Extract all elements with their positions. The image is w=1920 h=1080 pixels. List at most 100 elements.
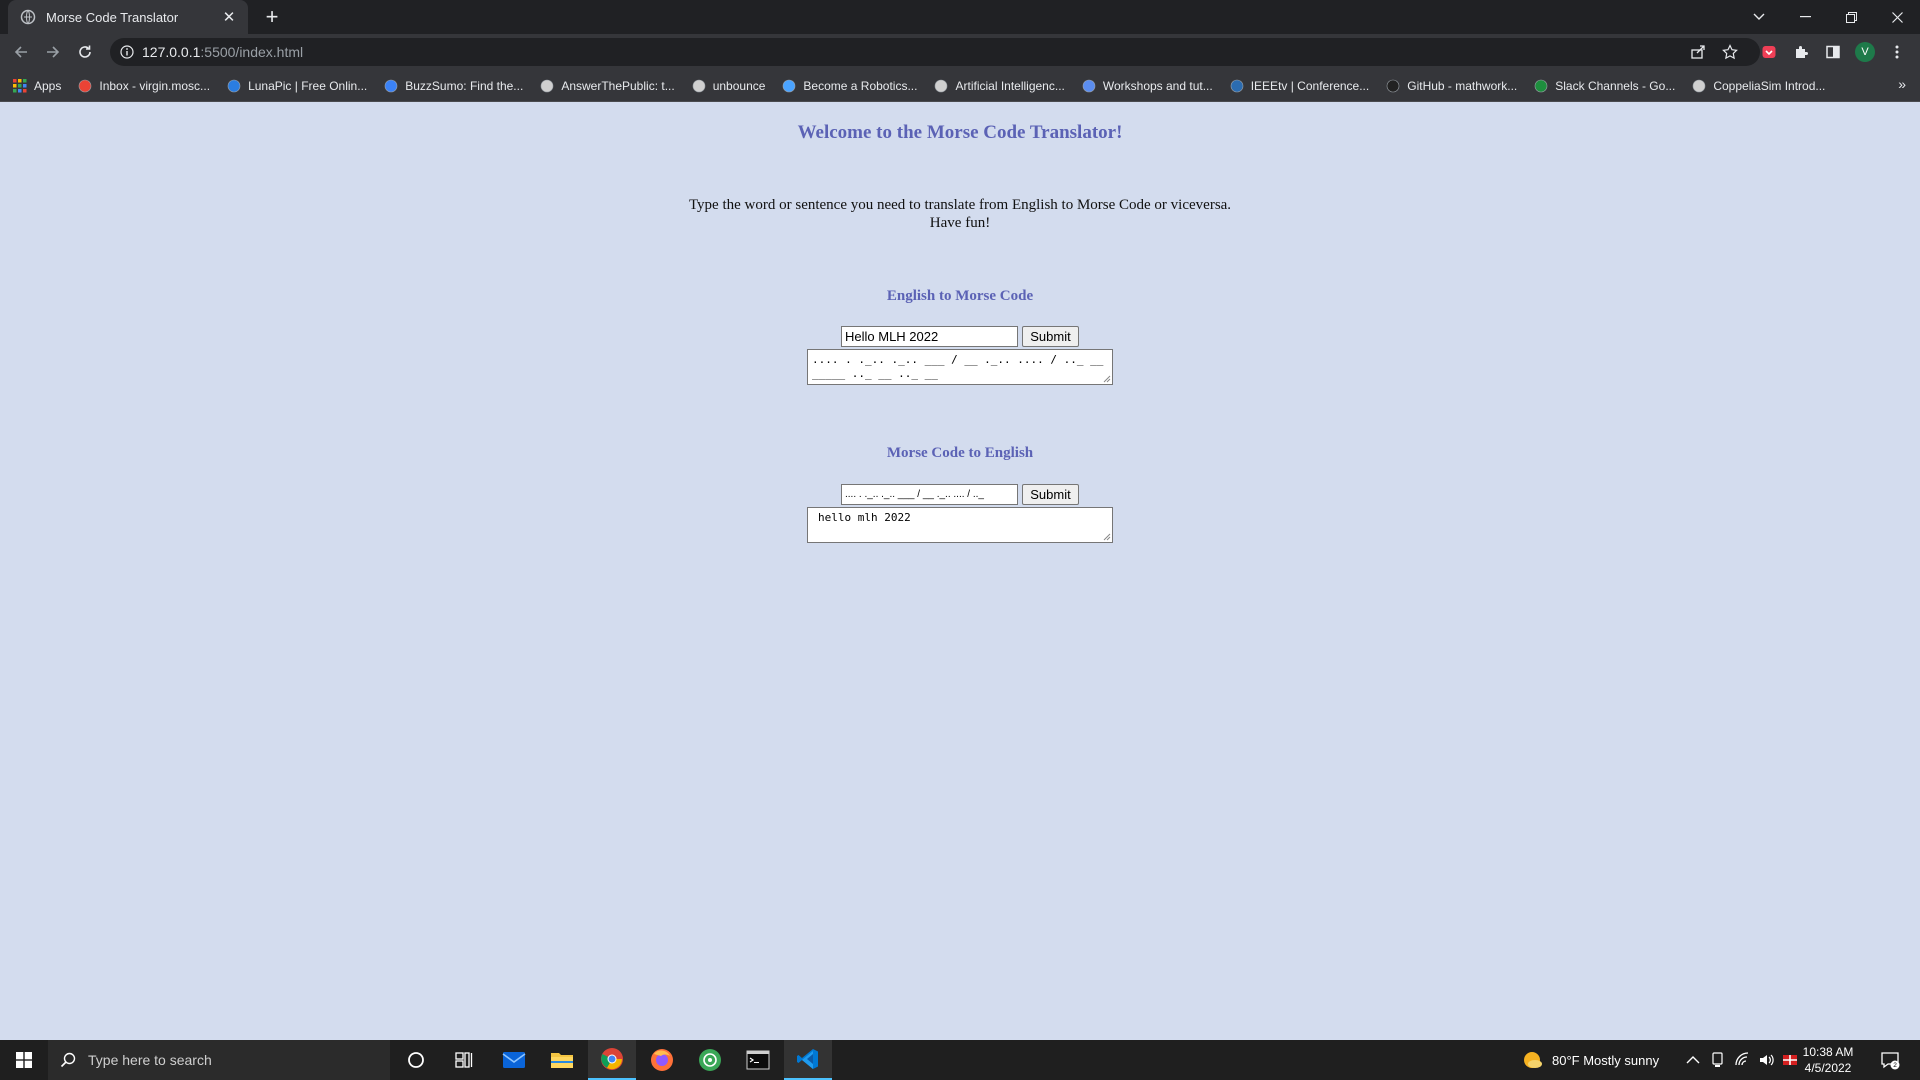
action-center-button[interactable]: 2 xyxy=(1866,1040,1914,1080)
bookmark-item[interactable]: LunaPic | Free Onlin... xyxy=(226,78,367,94)
browser-titlebar: Morse Code Translator ✕ + xyxy=(0,0,1920,34)
vscode-icon xyxy=(797,1049,818,1069)
resize-grip-icon[interactable] xyxy=(1103,375,1111,383)
sun-cloud-icon xyxy=(1524,1052,1542,1068)
wifi-icon[interactable] xyxy=(1734,1052,1750,1068)
windows-logo-icon xyxy=(16,1052,32,1068)
pocket-extension-button[interactable] xyxy=(1756,39,1782,65)
new-tab-button[interactable]: + xyxy=(258,3,286,31)
bookmark-item[interactable]: Workshops and tut... xyxy=(1081,78,1213,94)
url-host: 127.0.0.1 xyxy=(142,44,201,60)
share-button[interactable] xyxy=(1685,38,1711,66)
bookmark-item[interactable]: Inbox - virgin.mosc... xyxy=(77,78,210,94)
taskbar-mail[interactable] xyxy=(490,1040,538,1080)
taskbar-clock[interactable]: 10:38 AM 4/5/2022 xyxy=(1796,1044,1860,1076)
morse-to-english-output-row: hello mlh 2022 xyxy=(0,507,1920,543)
globe-icon xyxy=(539,78,555,94)
english-output-textarea[interactable]: hello mlh 2022 xyxy=(807,507,1113,543)
weather-widget[interactable]: 80°F Mostly sunny xyxy=(1522,1040,1659,1080)
globe-blue-icon xyxy=(1081,78,1097,94)
taskbar-search-box[interactable]: Type here to search xyxy=(48,1040,390,1080)
chevron-down-icon xyxy=(1753,13,1765,20)
address-bar[interactable]: 127.0.0.1:5500/index.html xyxy=(110,38,1760,66)
browser-menu-button[interactable] xyxy=(1884,39,1910,65)
bookmark-label: BuzzSumo: Find the... xyxy=(405,78,524,93)
forward-button[interactable] xyxy=(40,39,66,65)
tab-close-icon[interactable]: ✕ xyxy=(220,8,238,26)
tab-search-button[interactable] xyxy=(1736,0,1782,34)
close-window-button[interactable] xyxy=(1874,0,1920,34)
clock-time: 10:38 AM xyxy=(1802,1045,1854,1059)
bookmark-label: Inbox - virgin.mosc... xyxy=(99,78,211,93)
english-input[interactable] xyxy=(841,326,1018,347)
reload-icon xyxy=(79,45,91,58)
morse-output-textarea[interactable]: .... . ._.. ._.. ___ / __ ._.. .... / ..… xyxy=(807,349,1113,385)
apps-grid-icon xyxy=(12,78,28,94)
side-panel-icon xyxy=(1826,45,1840,59)
arrow-right-icon xyxy=(47,46,60,58)
bookmark-label: Apps xyxy=(34,78,62,93)
morse-to-english-heading: Morse Code to English xyxy=(886,445,1034,461)
english-output-text: hello mlh 2022 xyxy=(818,511,911,524)
star-icon xyxy=(1722,44,1738,60)
task-view-icon xyxy=(455,1052,473,1068)
bookmark-item[interactable]: Artificial Intelligenc... xyxy=(933,78,1065,94)
bookmark-item[interactable]: AnswerThePublic: t... xyxy=(539,78,675,94)
taskbar-vscode[interactable] xyxy=(784,1040,832,1080)
bookmark-item[interactable]: Apps xyxy=(12,78,61,94)
cortana-button[interactable] xyxy=(392,1040,440,1080)
info-icon xyxy=(120,45,134,59)
globe-icon xyxy=(1691,78,1707,94)
taskbar-file-explorer[interactable] xyxy=(538,1040,586,1080)
close-icon xyxy=(1891,11,1903,23)
bookmark-label: CoppeliaSim Introd... xyxy=(1713,78,1826,93)
chevron-up-icon[interactable] xyxy=(1686,1055,1700,1065)
bookmark-item[interactable]: unbounce xyxy=(691,78,765,94)
profile-button[interactable]: V xyxy=(1852,39,1878,65)
reload-button[interactable] xyxy=(72,39,98,65)
extensions-button[interactable] xyxy=(1788,39,1814,65)
bookmark-label: LunaPic | Free Onlin... xyxy=(248,78,368,93)
english-submit-button[interactable]: Submit xyxy=(1022,326,1079,347)
start-button[interactable] xyxy=(0,1040,48,1080)
taskbar-firefox[interactable] xyxy=(638,1040,686,1080)
bookmark-item[interactable]: BuzzSumo: Find the... xyxy=(383,78,523,94)
globe-icon xyxy=(933,78,949,94)
morse-submit-button[interactable]: Submit xyxy=(1022,484,1079,505)
sheets-icon xyxy=(1533,78,1549,94)
bookmarks-overflow-button[interactable]: » xyxy=(1898,76,1906,92)
buzzsumo-icon xyxy=(383,78,399,94)
bookmark-item[interactable]: IEEEtv | Conference... xyxy=(1229,78,1370,94)
bookmark-label: Become a Robotics... xyxy=(803,78,918,93)
meet-now-icon[interactable] xyxy=(1710,1052,1726,1068)
resize-grip-icon[interactable] xyxy=(1103,533,1111,541)
arrow-left-icon xyxy=(14,46,27,58)
bookmark-label: IEEEtv | Conference... xyxy=(1250,78,1370,93)
folder-icon xyxy=(551,1053,573,1068)
globe-icon xyxy=(691,78,707,94)
taskbar-terminal[interactable] xyxy=(734,1040,782,1080)
chrome-icon xyxy=(601,1048,623,1070)
bookmark-star-button[interactable] xyxy=(1717,38,1743,66)
bookmark-item[interactable]: CoppeliaSim Introd... xyxy=(1691,78,1825,94)
browser-tab-active[interactable]: Morse Code Translator ✕ xyxy=(8,0,248,34)
task-view-button[interactable] xyxy=(440,1040,488,1080)
weather-text: 80°F Mostly sunny xyxy=(1552,1052,1660,1068)
minimize-button[interactable] xyxy=(1782,0,1828,34)
taskbar-app-green[interactable] xyxy=(686,1040,734,1080)
page-content: Welcome to the Morse Code Translator! Ty… xyxy=(0,102,1920,1040)
restore-button[interactable] xyxy=(1828,0,1874,34)
intro-text: Type the word or sentence you need to tr… xyxy=(0,196,1920,232)
taskbar-chrome[interactable] xyxy=(588,1040,636,1080)
english-to-morse-heading: English to Morse Code xyxy=(886,288,1034,304)
back-button[interactable] xyxy=(8,39,34,65)
bookmark-item[interactable]: GitHub - mathwork... xyxy=(1385,78,1517,94)
bookmark-item[interactable]: Slack Channels - Go... xyxy=(1533,78,1675,94)
volume-icon[interactable] xyxy=(1758,1052,1774,1068)
cortana-circle-icon xyxy=(408,1052,424,1068)
minimize-icon xyxy=(1799,16,1811,18)
puzzle-icon xyxy=(1796,46,1808,58)
bookmark-item[interactable]: Become a Robotics... xyxy=(781,78,917,94)
morse-input[interactable] xyxy=(841,484,1018,505)
side-panel-button[interactable] xyxy=(1820,39,1846,65)
